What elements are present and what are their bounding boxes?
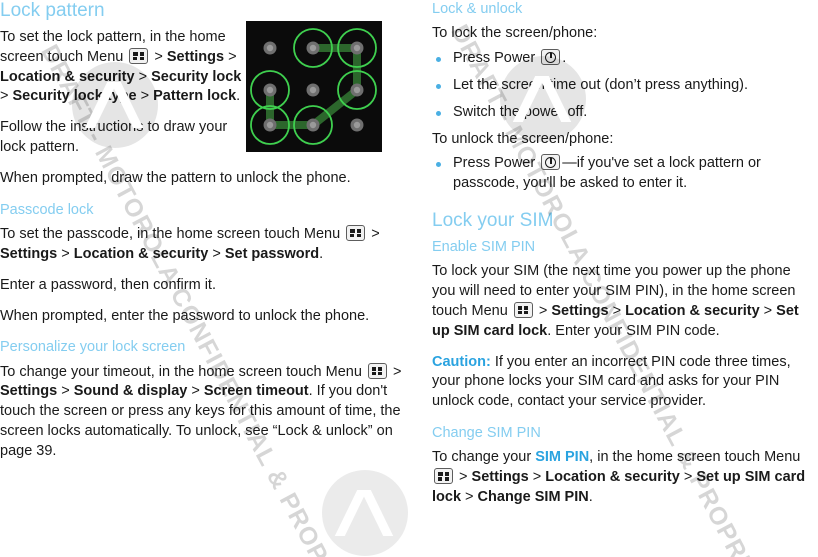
lock-pattern-illustration [246, 21, 382, 152]
power-key-icon [541, 154, 561, 171]
section-heading-lock-and-unlock: Lock & unlock [432, 1, 523, 17]
text-run: > [57, 245, 74, 262]
text-run: To change your [432, 449, 536, 466]
section-heading-change-sim-pin: Change SIM PIN [432, 425, 541, 442]
paragraph-change-timeout: To change your timeout, in the home scre… [0, 362, 408, 462]
power-key-icon [541, 48, 561, 65]
list-item: Let the screen time out (don’t press any… [432, 76, 818, 96]
text-run-bold: Settings [0, 245, 58, 262]
text-run-bold: Location & security [73, 245, 209, 262]
list-item: Press Power . [432, 48, 818, 69]
text-run-bold: Location & security [0, 68, 135, 85]
text-run: > [679, 469, 697, 486]
text-run: > [528, 469, 546, 486]
text-run: > [224, 48, 237, 65]
text-run-highlight: SIM PIN [535, 449, 590, 466]
text-run-bold: Set password [224, 245, 320, 262]
text-run: > [0, 88, 13, 105]
menu-key-icon [367, 362, 387, 379]
text-run-bold: Location & security [545, 469, 680, 486]
section-heading-enable-sim-pin: Enable SIM PIN [432, 238, 536, 255]
section-heading-lock-your-sim: Lock your SIM [432, 210, 554, 232]
text-run: > [455, 469, 472, 486]
text-run: > [388, 363, 402, 380]
menu-key-icon [129, 47, 149, 64]
text-run: Press Power [453, 49, 540, 66]
menu-key-icon [434, 468, 453, 485]
paragraph-when-prompted-draw: When prompted, draw the pattern to unloc… [0, 169, 351, 186]
text-run-bold: Settings [166, 48, 225, 65]
lock-pattern-svg [246, 21, 382, 152]
motorola-logo-icon [322, 470, 408, 556]
text-run: > [150, 48, 167, 65]
paragraph-enter-password: Enter a password, then confirm it. [0, 276, 216, 293]
text-run: . Enter your SIM PIN code. [547, 322, 720, 339]
text-run: Press Power [453, 155, 540, 172]
section-heading-lock-pattern: Lock pattern [0, 0, 105, 21]
paragraph-to-lock: To lock the screen/phone: [432, 25, 598, 42]
text-run: > [208, 245, 225, 262]
text-run: > [461, 488, 478, 505]
paragraph-follow-instructions: Follow the instructions to draw your loc… [0, 119, 228, 156]
text-run-bold: Pattern lock [153, 88, 237, 105]
text-run: . [236, 88, 241, 105]
paragraph-to-unlock: To unlock the screen/phone: [432, 130, 614, 147]
menu-key-icon [513, 301, 533, 318]
menu-key-icon [346, 224, 366, 241]
text-run: > [187, 383, 204, 400]
text-run-bold: Security lock type [12, 88, 137, 105]
text-run: > [136, 88, 154, 105]
paragraph-change-sim-pin: To change your SIM PIN, in the home scre… [432, 448, 818, 508]
section-heading-passcode-lock: Passcode lock [0, 201, 94, 218]
text-run: > [759, 302, 777, 319]
text-run: . [319, 245, 324, 262]
paragraph-caution: Caution: If you enter an incorrect PIN c… [432, 353, 818, 413]
text-run: . [562, 49, 567, 66]
text-run: > [134, 68, 152, 85]
list-item: Press Power —if you've set a lock patter… [432, 154, 818, 194]
bullet-list-unlock: Press Power —if you've set a lock patter… [432, 154, 818, 194]
text-run: > [608, 302, 626, 319]
text-run: . [588, 488, 593, 505]
paragraph-set-passcode: To set the passcode, in the home screen … [0, 224, 408, 265]
text-run-bold: Location & security [625, 302, 760, 319]
caution-label: Caution: [432, 353, 491, 370]
paragraph-lock-your-sim: To lock your SIM (the next time you powe… [432, 262, 818, 341]
text-run-bold: Change SIM PIN [477, 488, 589, 505]
text-run: To set the passcode, in the home screen … [0, 225, 345, 242]
list-item: Switch the power off. [432, 103, 818, 123]
text-run-bold: Sound & display [73, 383, 188, 400]
text-run-bold: Screen timeout [203, 383, 309, 400]
right-column: Lock & unlock To lock the screen/phone: … [432, 0, 818, 519]
paragraph-when-prompted-password: When prompted, enter the password to unl… [0, 307, 370, 324]
text-run-bold: Settings [551, 302, 609, 319]
text-run: > [57, 383, 74, 400]
text-run: To change your timeout, in the home scre… [0, 363, 366, 380]
bullet-list-lock: Press Power . Let the screen time out (d… [432, 48, 818, 123]
text-run-bold: Settings [471, 469, 529, 486]
text-run-bold: Settings [0, 383, 58, 400]
text-run: > [367, 225, 380, 242]
paragraph-set-lock-pattern: To set the lock pattern, in the home scr… [0, 28, 243, 107]
section-heading-personalize-lock-screen: Personalize your lock screen [0, 339, 186, 356]
text-run: > [534, 302, 552, 319]
text-run: , in the home screen touch Menu [589, 449, 801, 466]
text-run-bold: Security lock [151, 68, 242, 85]
